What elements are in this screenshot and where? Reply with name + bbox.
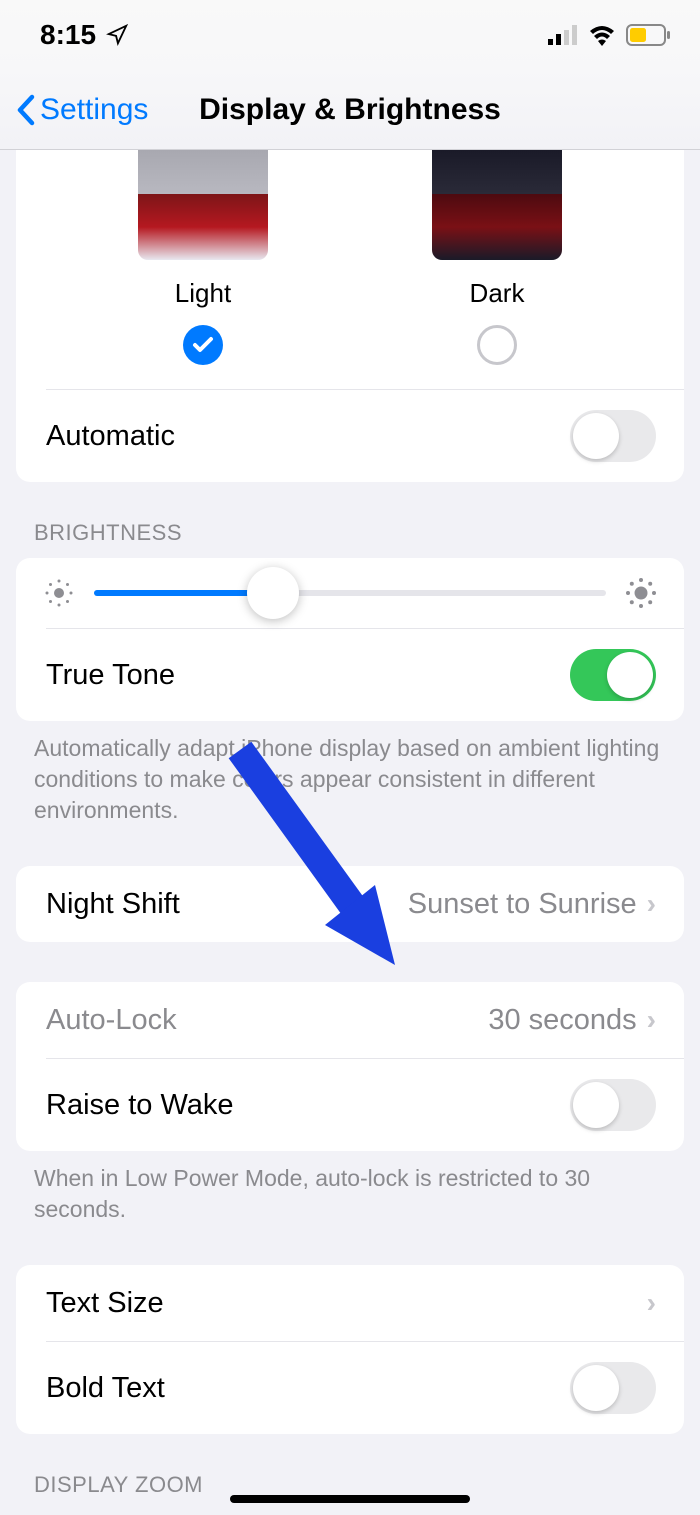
- autolock-footer: When in Low Power Mode, auto-lock is res…: [34, 1163, 666, 1225]
- brightness-header: BRIGHTNESS: [34, 520, 666, 546]
- sun-small-icon: [44, 578, 74, 608]
- raise-to-wake-label: Raise to Wake: [46, 1089, 234, 1122]
- back-button[interactable]: Settings: [16, 93, 148, 127]
- night-shift-label: Night Shift: [46, 888, 180, 921]
- brightness-slider[interactable]: [94, 590, 606, 596]
- true-tone-toggle[interactable]: [570, 649, 656, 701]
- bold-text-toggle[interactable]: [570, 1362, 656, 1414]
- sun-large-icon: [626, 578, 656, 608]
- chevron-right-icon: ›: [647, 1287, 656, 1319]
- text-size-row[interactable]: Text Size ›: [16, 1265, 684, 1341]
- back-label: Settings: [40, 93, 148, 127]
- brightness-slider-row: [16, 558, 684, 628]
- chevron-right-icon: ›: [647, 1004, 656, 1036]
- autolock-row[interactable]: Auto-Lock 30 seconds ›: [16, 982, 684, 1058]
- location-icon: [106, 24, 128, 46]
- dark-label: Dark: [407, 278, 587, 309]
- appearance-section: Light Dark Automatic: [16, 150, 684, 482]
- night-shift-row[interactable]: Night Shift Sunset to Sunrise ›: [16, 866, 684, 942]
- brightness-section: True Tone: [16, 558, 684, 721]
- light-preview-icon: [138, 150, 268, 260]
- checkmark-icon: [192, 336, 214, 354]
- dark-preview-icon: [432, 150, 562, 260]
- bold-text-label: Bold Text: [46, 1372, 165, 1405]
- autolock-value: 30 seconds: [488, 1004, 636, 1037]
- brightness-footer: Automatically adapt iPhone display based…: [34, 733, 666, 826]
- status-bar: 8:15: [0, 0, 700, 70]
- automatic-label: Automatic: [46, 420, 175, 453]
- appearance-dark-option[interactable]: Dark: [407, 150, 587, 365]
- raise-to-wake-toggle[interactable]: [570, 1079, 656, 1131]
- chevron-left-icon: [16, 94, 36, 126]
- automatic-toggle[interactable]: [570, 410, 656, 462]
- status-time: 8:15: [40, 19, 96, 51]
- page-title: Display & Brightness: [199, 93, 501, 127]
- chevron-right-icon: ›: [647, 888, 656, 920]
- light-radio[interactable]: [183, 325, 223, 365]
- autolock-section: Auto-Lock 30 seconds › Raise to Wake: [16, 982, 684, 1151]
- raise-to-wake-row: Raise to Wake: [16, 1059, 684, 1151]
- battery-icon: [626, 24, 670, 46]
- true-tone-label: True Tone: [46, 659, 175, 692]
- night-shift-value: Sunset to Sunrise: [408, 888, 637, 921]
- text-size-label: Text Size: [46, 1287, 164, 1320]
- night-shift-section: Night Shift Sunset to Sunrise ›: [16, 866, 684, 942]
- wifi-icon: [588, 24, 616, 46]
- cellular-icon: [548, 25, 578, 45]
- automatic-row: Automatic: [16, 390, 684, 482]
- true-tone-row: True Tone: [16, 629, 684, 721]
- nav-bar: Settings Display & Brightness: [0, 70, 700, 150]
- status-icons: [548, 24, 670, 46]
- text-section: Text Size › Bold Text: [16, 1265, 684, 1434]
- light-label: Light: [113, 278, 293, 309]
- autolock-label: Auto-Lock: [46, 1004, 177, 1037]
- home-indicator[interactable]: [230, 1495, 470, 1503]
- slider-thumb[interactable]: [247, 567, 299, 619]
- appearance-light-option[interactable]: Light: [113, 150, 293, 365]
- dark-radio[interactable]: [477, 325, 517, 365]
- bold-text-row: Bold Text: [16, 1342, 684, 1434]
